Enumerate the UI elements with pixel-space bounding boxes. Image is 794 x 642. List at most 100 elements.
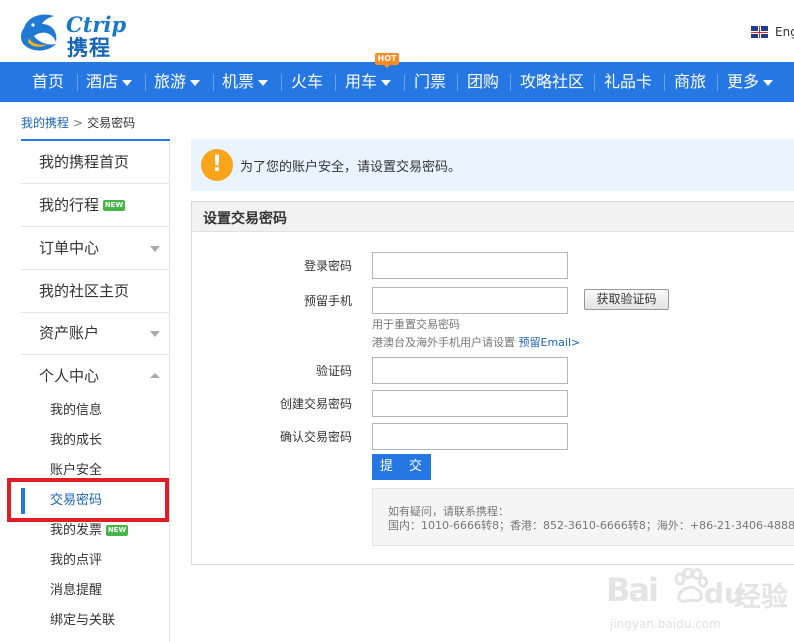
phone-input[interactable]	[372, 287, 568, 314]
chevron-down-icon	[381, 79, 392, 86]
chevron-down-icon	[258, 79, 269, 86]
nav-item-label: 团购	[467, 72, 500, 91]
watermark-url: jingyan.baidu.com	[610, 617, 721, 631]
sidebar-item-label: 资产账户	[39, 324, 100, 342]
nav-divider	[457, 74, 458, 91]
phone-hint-overseas-text: 港澳台及海外手机用户请设置	[372, 336, 515, 349]
nav-item-business[interactable]: 商旅	[674, 62, 706, 102]
nav-item-travel[interactable]: 旅游	[154, 62, 201, 102]
chevron-down-icon	[150, 331, 160, 337]
chevron-down-icon	[190, 79, 201, 86]
sidebar-item-my-trips[interactable]: 我的行程 NEW	[21, 184, 170, 227]
nav-item-label: 火车	[291, 72, 324, 91]
nav-item-label: 攻略社区	[520, 72, 585, 91]
language-label: Eng	[775, 25, 794, 39]
nav-divider	[404, 74, 405, 91]
dolphin-logo-icon	[20, 14, 57, 51]
highlight-annotation-box	[7, 478, 169, 522]
submit-button[interactable]: 提 交	[372, 454, 431, 480]
nav-divider	[664, 74, 665, 91]
sidebar-subitem-bind-link[interactable]: 绑定与关联	[21, 606, 170, 636]
confirm-password-input[interactable]	[372, 423, 568, 450]
transaction-password-form: 设置交易密码 登录密码 预留手机 获取验证码 用于重置交易密码 港澳台及海外手机…	[191, 201, 794, 565]
nav-item-label: 首页	[32, 72, 65, 91]
watermark-jingyan: 经验	[734, 582, 788, 613]
sidebar-item-personal-center[interactable]: 个人中心	[21, 355, 170, 398]
sidebar-item-label: 个人中心	[39, 367, 100, 385]
sidebar-subitem-label: 我的发票	[50, 523, 103, 538]
watermark-bai: Bai	[606, 571, 659, 609]
sidebar-item-my-ctrip-home[interactable]: 我的携程首页	[21, 141, 170, 184]
sidebar-item-orders[interactable]: 订单中心	[21, 227, 170, 270]
exclamation-icon: !	[201, 149, 233, 181]
nav-item-label: 更多	[727, 72, 760, 91]
sidebar-item-label: 我的行程	[39, 196, 100, 214]
sidebar-item-label: 我的携程首页	[39, 153, 130, 171]
nav-item-car[interactable]: 用车	[345, 62, 392, 102]
nav-item-label: 酒店	[86, 72, 119, 91]
breadcrumb-home-link[interactable]: 我的携程	[21, 116, 69, 130]
sidebar-subitem-label: 我的信息	[50, 403, 103, 418]
nav-item-train[interactable]: 火车	[291, 62, 323, 102]
nav-item-label: 商旅	[674, 72, 707, 91]
login-password-input[interactable]	[372, 252, 568, 279]
sidebar-subitem-label: 消息提醒	[50, 583, 103, 598]
create-password-input[interactable]	[372, 390, 568, 417]
security-notice: ! 为了您的账户安全，请设置交易密码。	[191, 139, 794, 191]
chevron-down-icon	[763, 79, 774, 86]
hot-badge: HOT	[375, 53, 399, 68]
sidebar-item-community-home[interactable]: 我的社区主页	[21, 270, 170, 313]
nav-item-community[interactable]: 攻略社区	[520, 62, 584, 102]
language-switcher[interactable]: Eng	[748, 24, 794, 42]
chevron-down-icon	[150, 246, 160, 252]
breadcrumb-current: 交易密码	[87, 116, 136, 130]
sidebar-item-label: 我的社区主页	[39, 282, 130, 300]
nav-divider	[213, 74, 214, 91]
main-nav: 首页 酒店 旅游 机票 火车 用车 门票 团购 攻略社区 礼品卡 商旅 更多	[0, 62, 794, 102]
sidebar-subitem-label: 我的成长	[50, 433, 103, 448]
sidebar: 我的携程首页 我的行程 NEW 订单中心 我的社区主页 资产账户 个人中心 我的信…	[21, 139, 170, 642]
nav-item-label: 用车	[345, 72, 378, 91]
phone-hint-reset: 用于重置交易密码	[372, 318, 460, 331]
get-verification-code-button[interactable]: 获取验证码	[584, 289, 669, 310]
sidebar-subitem-my-info[interactable]: 我的信息	[21, 396, 170, 426]
sidebar-item-assets[interactable]: 资产账户	[21, 312, 170, 355]
sidebar-subitem-label: 绑定与关联	[50, 613, 116, 628]
nav-item-label: 门票	[414, 72, 447, 91]
nav-item-more[interactable]: 更多	[727, 62, 774, 102]
reserve-email-link[interactable]: 预留Email>	[519, 336, 581, 349]
help-contact-box: 如有疑问，请联系携程： 国内：1010-6666转8；香港：852-3610-6…	[372, 488, 794, 546]
nav-divider	[281, 74, 282, 91]
sidebar-item-label: 订单中心	[39, 239, 100, 257]
nav-item-flights[interactable]: 机票	[222, 62, 269, 102]
sidebar-subitem-my-reviews[interactable]: 我的点评	[21, 546, 170, 576]
sidebar-subitem-notifications[interactable]: 消息提醒	[21, 576, 170, 606]
nav-item-giftcard[interactable]: 礼品卡	[604, 62, 652, 102]
baidu-jingyan-watermark: Bai du 经验 jingyan.baidu.com	[606, 567, 794, 642]
confirm-password-label: 确认交易密码	[279, 430, 352, 444]
logo-wordmark-cn: 携程	[67, 36, 111, 60]
nav-divider	[335, 74, 336, 91]
nav-item-tickets[interactable]: 门票	[414, 62, 446, 102]
nav-item-label: 旅游	[154, 72, 187, 91]
nav-divider	[145, 74, 146, 91]
nav-divider	[510, 74, 511, 91]
breadcrumb-separator: >	[73, 116, 84, 130]
new-badge: NEW	[106, 525, 129, 536]
nav-item-home[interactable]: 首页	[32, 62, 64, 102]
form-title: 设置交易密码	[203, 211, 287, 227]
nav-divider	[717, 74, 718, 91]
uk-flag-icon	[751, 26, 768, 38]
sidebar-subitem-my-growth[interactable]: 我的成长	[21, 426, 170, 456]
nav-divider	[594, 74, 595, 91]
ctrip-logo[interactable]: Ctrip 携程	[18, 8, 146, 60]
phone-label: 预留手机	[303, 294, 352, 308]
nav-item-label: 礼品卡	[604, 72, 653, 91]
nav-item-groupbuy[interactable]: 团购	[467, 62, 499, 102]
create-password-label: 创建交易密码	[279, 397, 352, 411]
panel-header: 设置交易密码	[192, 202, 794, 232]
chevron-up-icon	[150, 373, 160, 378]
verify-code-input[interactable]	[372, 357, 568, 384]
nav-item-hotel[interactable]: 酒店	[86, 62, 133, 102]
notice-text: 为了您的账户安全，请设置交易密码。	[240, 160, 462, 175]
